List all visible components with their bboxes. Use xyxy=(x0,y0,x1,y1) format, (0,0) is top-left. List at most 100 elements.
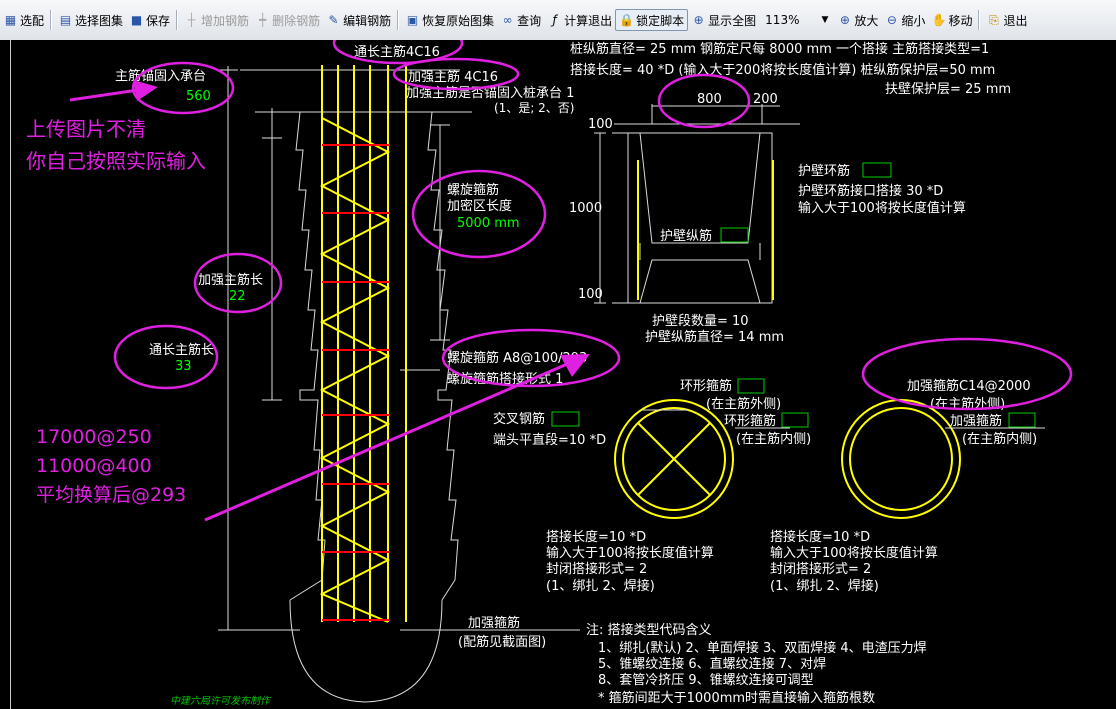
wall-long-bar-input[interactable] xyxy=(720,227,749,243)
reinforced-main-bar-label[interactable]: 加强主筋 4C16 xyxy=(408,69,498,85)
top-params-line-1[interactable]: 桩纵筋直径= 25 mm 钢筋定尺每 8000 mm 一个搭接 主筋搭接类型=1 xyxy=(570,41,989,57)
toolbar-row: ▦ 选配 ▤ 选择图集 ■ 保存 ┼ 增加钢筋 ┿ 删除钢筋 ✎ 编辑钢筋 ▣ 恢复原始图集 … xyxy=(0,8,1030,32)
edit-rebar-button[interactable]: ✎ 编辑钢筋 xyxy=(323,9,394,31)
section-left-lap-hint: 输入大于100将按长度值计算 xyxy=(546,545,714,561)
section-right-closed-lap[interactable]: 封闭搭接形式= 2 xyxy=(770,561,871,577)
zoom-in-icon: ⊕ xyxy=(839,12,850,27)
section-left-cross-bar-input[interactable] xyxy=(551,411,580,427)
wall-ring-bar-input[interactable] xyxy=(862,162,892,178)
section-right-lap-hint: 输入大于100将按长度值计算 xyxy=(770,545,938,561)
separator xyxy=(978,10,981,30)
add-rebar-button[interactable]: ┼ 增加钢筋 xyxy=(181,9,252,31)
calc-exit-label: 计算退出 xyxy=(564,13,613,28)
section-left-cross-bar: 交叉钢筋 xyxy=(493,411,545,427)
edit-rebar-icon: ✎ xyxy=(328,12,339,27)
through-length-value[interactable]: 33 xyxy=(175,359,192,374)
move-button[interactable]: ✋ 移动 xyxy=(928,9,975,31)
zoom-out-button[interactable]: ⊖ 缩小 xyxy=(881,9,928,31)
section-left-ring-inner-hint: (在主筋内侧) xyxy=(736,431,811,447)
zoom-value: 113% xyxy=(765,13,800,27)
separator xyxy=(50,10,53,30)
calc-note-line-3: 平均换算后@293 xyxy=(36,484,186,506)
section-right-closed-lap-hint: (1、绑扎 2、焊接) xyxy=(770,578,879,594)
notes-line-3: 8、套管冷挤压 9、锥螺纹连接可调型 xyxy=(598,672,814,688)
notes-line-0: 注: 搭接类型代码含义 xyxy=(586,622,712,638)
spiral-dense-value[interactable]: 5000 mm xyxy=(457,216,520,231)
show-all-label: 显示全图 xyxy=(708,13,757,28)
restore-atlas-button[interactable]: ▣ 恢复原始图集 xyxy=(402,9,497,31)
zoom-in-button[interactable]: ⊕ 放大 xyxy=(834,9,881,31)
through-main-bar-label[interactable]: 通长主筋4C16 xyxy=(354,44,440,60)
main-anchor-value[interactable]: 560 xyxy=(186,89,211,104)
section-left-ring-outer-input[interactable] xyxy=(737,378,765,394)
save-icon: ■ xyxy=(130,12,143,27)
section-left-ring-inner: 环形箍筋 xyxy=(724,413,776,429)
section-left-closed-lap[interactable]: 封闭搭接形式= 2 xyxy=(546,561,647,577)
restore-atlas-label: 恢复原始图集 xyxy=(422,13,495,28)
edit-rebar-label: 编辑钢筋 xyxy=(343,13,392,28)
reinforced-length-value[interactable]: 22 xyxy=(229,289,246,304)
upload-note-line-2: 你自己按照实际输入 xyxy=(26,149,206,173)
section-left-ring-inner-input[interactable] xyxy=(781,412,809,428)
exit-button[interactable]: ⎘ 退出 xyxy=(983,9,1030,31)
lock-script-label: 锁定脚本 xyxy=(636,13,685,28)
reinforced-anchor-hint: (1、是; 2、否) xyxy=(494,101,575,115)
wall-ring-lap-label[interactable]: 护壁环筋接口搭接 30 *D xyxy=(798,183,943,199)
move-hand-icon: ✋ xyxy=(931,12,947,27)
section-right-lap-length[interactable]: 搭接长度=10 *D xyxy=(770,529,870,545)
calc-exit-icon: ƒ xyxy=(552,12,557,27)
pile-drawing[interactable]: 主筋锚固入承台 560 通长主筋4C16 加强主筋 4C16 加强主筋是否锚固入… xyxy=(0,40,1116,709)
wall-long-bar-label: 护壁纵筋 xyxy=(660,228,712,244)
zoom-in-label: 放大 xyxy=(854,13,879,28)
section-right-reinforce-stirrup[interactable]: 加强箍筋C14@2000 xyxy=(907,378,1031,394)
select-label: 选配 xyxy=(20,13,45,28)
show-all-button[interactable]: ⊕ 显示全图 xyxy=(688,9,759,31)
calc-exit-button[interactable]: ƒ 计算退出 xyxy=(544,9,615,31)
wall-long-diam[interactable]: 护壁纵筋直径= 14 mm xyxy=(645,329,784,345)
pile-outline xyxy=(240,69,472,703)
wall-dim-100-bottom: 100 xyxy=(578,287,603,302)
lock-script-button[interactable]: 🔒 锁定脚本 xyxy=(615,9,689,31)
section-right xyxy=(841,399,1045,519)
notes-line-2: 5、锥螺纹连接 6、直螺纹连接 7、对焊 xyxy=(598,656,826,672)
wall-ring-lap-hint: 输入大于100将按长度值计算 xyxy=(798,200,966,216)
choose-atlas-button[interactable]: ▤ 选择图集 xyxy=(55,9,126,31)
wall-dim-100-top: 100 xyxy=(588,117,613,132)
top-params-line-2[interactable]: 搭接长度= 40 *D (输入大于200将按长度值计算) 桩纵筋保护层=50 m… xyxy=(570,62,995,78)
query-label: 查询 xyxy=(517,13,542,28)
section-right-inner-input[interactable] xyxy=(1008,412,1036,428)
wall-seg-count[interactable]: 护壁段数量= 10 xyxy=(652,314,749,329)
section-right-reinforce-stirrup-2: 加强箍筋 xyxy=(950,413,1002,429)
section-left-lap-length[interactable]: 搭接长度=10 *D xyxy=(546,529,646,545)
calc-note-line-1: 17000@250 xyxy=(36,426,152,448)
spiral-dense-label-2: 加密区长度 xyxy=(447,198,512,214)
top-params-line-3[interactable]: 扶壁保护层= 25 mm xyxy=(885,82,1011,97)
chevron-down-icon: ▼ xyxy=(821,15,829,25)
exit-icon: ⎘ xyxy=(989,12,999,27)
reinforce-stirrup-bottom-1: 加强箍筋 xyxy=(468,615,520,631)
save-button[interactable]: ■ 保存 xyxy=(126,9,173,31)
section-left-end-straight[interactable]: 端头平直段=10 *D xyxy=(493,433,606,448)
zoom-select[interactable]: 113% ▼ xyxy=(761,10,832,30)
select-icon: ▦ xyxy=(4,12,17,27)
toolbar: ▦ 选配 ▤ 选择图集 ■ 保存 ┼ 增加钢筋 ┿ 删除钢筋 ✎ 编辑钢筋 ▣ 恢复原始图集 … xyxy=(0,0,1116,41)
delete-rebar-icon: ┿ xyxy=(258,12,267,27)
retaining-wall-drawing xyxy=(594,104,800,304)
lock-icon: 🔒 xyxy=(619,12,635,27)
through-length-label: 通长主筋长 xyxy=(149,342,214,358)
zoom-out-label: 缩小 xyxy=(901,13,926,28)
wall-dim-800: 800 xyxy=(697,92,722,107)
query-button[interactable]: ∞ 查询 xyxy=(497,9,544,31)
dimension-lines xyxy=(218,66,580,631)
binoculars-icon: ∞ xyxy=(502,12,513,27)
section-left-ring-outer: 环形箍筋 xyxy=(680,378,732,394)
select-button[interactable]: ▦ 选配 xyxy=(0,9,47,31)
delete-rebar-button[interactable]: ┿ 删除钢筋 xyxy=(252,9,323,31)
delete-rebar-label: 删除钢筋 xyxy=(272,13,321,28)
notes-line-1: 1、绑扎(默认) 2、单面焊接 3、双面焊接 4、电渣压力焊 xyxy=(598,640,927,656)
exit-label: 退出 xyxy=(1003,13,1028,28)
atlas-icon: ▤ xyxy=(59,12,72,27)
add-rebar-label: 增加钢筋 xyxy=(201,13,250,28)
notes-line-4: * 箍筋间距大于1000mm时需直接输入箍筋根数 xyxy=(598,690,875,706)
watermark-text: 中建六局许可发布制作 xyxy=(170,695,272,707)
